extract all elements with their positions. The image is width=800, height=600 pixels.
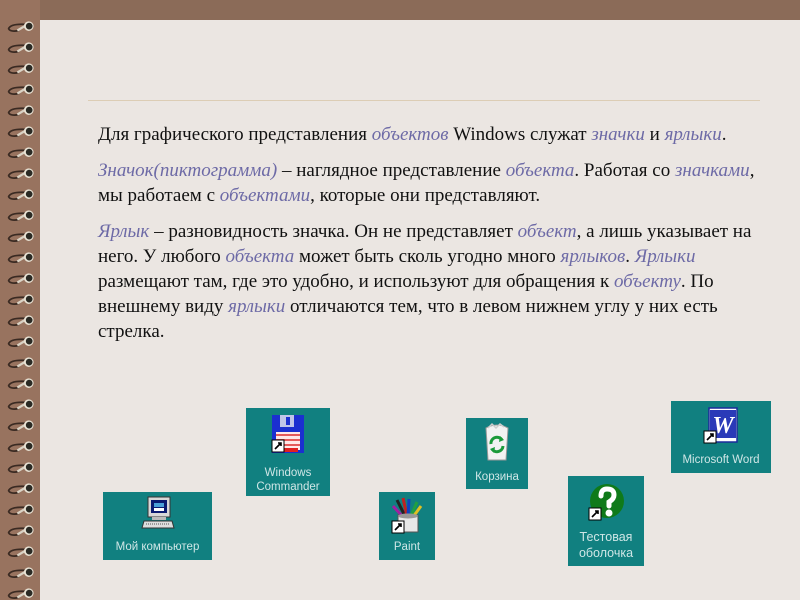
- spiral-ring-icon: [7, 378, 34, 389]
- text-segment: .: [625, 246, 635, 267]
- icon-label: Windows: [264, 467, 312, 479]
- icon-windows-commander[interactable]: Windows Commander: [246, 408, 330, 496]
- spiral-ring-icon: [7, 588, 34, 599]
- paragraph: Ярлык – разновидность значка. Он не пред…: [98, 219, 768, 344]
- spiral-ring-icon: [7, 315, 34, 326]
- text-segment: Windows служат: [448, 124, 592, 145]
- icon-label: Paint: [393, 541, 421, 553]
- icon-paint[interactable]: Paint: [379, 492, 435, 560]
- spiral-ring-icon: [7, 210, 34, 221]
- keyword: объекта: [225, 246, 295, 267]
- computer-icon: [140, 496, 175, 529]
- icon-label: Microsoft Word: [682, 454, 760, 466]
- spiral-ring-icon: [7, 546, 34, 557]
- icon-microsoft-word[interactable]: W Microsoft Word: [671, 401, 771, 473]
- text-segment: может быть сколь угодно много: [294, 246, 561, 267]
- floppy-disk-icon: [271, 415, 304, 453]
- spiral-ring-icon: [7, 357, 34, 368]
- spiral-ring-icon: [7, 42, 34, 53]
- icon-label: Мой компьютер: [115, 541, 200, 553]
- spiral-ring-icon: [7, 126, 34, 137]
- keyword: значками: [674, 160, 750, 181]
- text-segment: и: [644, 124, 665, 145]
- icon-label: Commander: [256, 481, 320, 493]
- recycle-bin-icon: [485, 422, 509, 461]
- keyword: Ярлык: [98, 221, 150, 242]
- text-segment: Для графического представления: [98, 124, 372, 145]
- text-segment: – разновидность значка. Он не представля…: [149, 221, 518, 242]
- spiral-ring-icon: [7, 525, 34, 536]
- spiral-ring-icon: [7, 273, 34, 284]
- text-segment: . Работая со: [574, 160, 675, 181]
- help-question-icon: [588, 484, 624, 521]
- spiral-ring-icon: [7, 567, 34, 578]
- icon-recycle-bin[interactable]: Корзина: [466, 418, 528, 489]
- spiral-binding: [0, 0, 40, 600]
- icon-label: Тестовая: [579, 530, 633, 544]
- text-segment: размещают там, где это удобно, и использ…: [98, 271, 614, 292]
- spiral-ring-icon: [7, 231, 34, 242]
- keyword: объекту: [613, 271, 681, 292]
- icon-label: Корзина: [475, 471, 519, 483]
- keyword: объектами: [219, 185, 311, 206]
- spiral-ring-icon: [7, 63, 34, 74]
- icon-my-computer[interactable]: Мой компьютер: [103, 492, 212, 560]
- divider-rule: [88, 100, 760, 101]
- text-segment: – наглядное представление: [277, 160, 506, 181]
- spiral-ring-icon: [7, 336, 34, 347]
- keyword: Значок(пиктограмма): [98, 160, 278, 181]
- spiral-ring-icon: [7, 21, 34, 32]
- slide-text: Для графического представления объектов …: [98, 122, 768, 355]
- text-segment: .: [721, 124, 727, 145]
- paint-brushes-icon: [391, 497, 423, 534]
- spiral-ring-icon: [7, 147, 34, 158]
- keyword: объекта: [505, 160, 575, 181]
- spiral-ring-icon: [7, 504, 34, 515]
- spiral-ring-icon: [7, 189, 34, 200]
- spiral-ring-icon: [7, 483, 34, 494]
- spiral-ring-icon: [7, 294, 34, 305]
- spiral-ring-icon: [7, 168, 34, 179]
- icon-label: оболочка: [578, 546, 634, 560]
- text-segment: , которые они представляют.: [310, 185, 541, 206]
- spiral-ring-icon: [7, 252, 34, 263]
- spiral-ring-icon: [7, 105, 34, 116]
- keyword: ярлыки: [228, 296, 286, 317]
- paragraph: Значок(пиктограмма) – наглядное представ…: [98, 158, 768, 208]
- spiral-ring-icon: [7, 399, 34, 410]
- keyword: ярлыков: [560, 246, 626, 267]
- keyword: объектов: [371, 124, 449, 145]
- spiral-ring-icon: [7, 462, 34, 473]
- spiral-ring-icon: [7, 441, 34, 452]
- keyword: ярлыки: [664, 124, 722, 145]
- spiral-ring-icon: [7, 84, 34, 95]
- keyword: Ярлыки: [634, 246, 696, 267]
- word-icon: W: [703, 407, 738, 444]
- keyword: объект: [517, 221, 577, 242]
- icon-test-shell[interactable]: Тестовая оболочка: [568, 476, 644, 566]
- spiral-ring-icon: [7, 420, 34, 431]
- keyword: значки: [591, 124, 645, 145]
- paragraph: Для графического представления объектов …: [98, 122, 768, 147]
